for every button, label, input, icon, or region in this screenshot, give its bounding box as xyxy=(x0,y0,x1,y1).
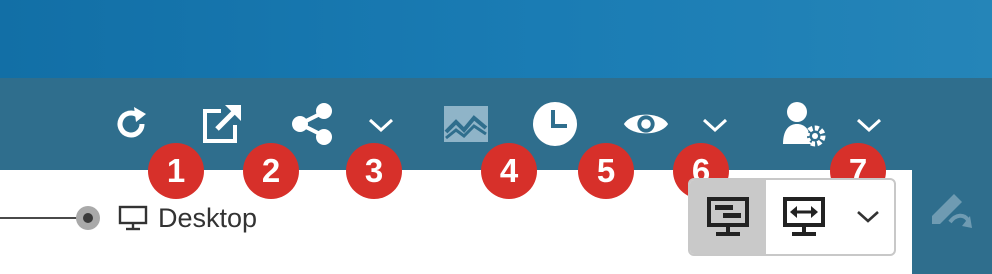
chart-area-icon[interactable] xyxy=(442,100,490,148)
callout-badge-2: 2 xyxy=(243,143,299,199)
fit-width-icon[interactable] xyxy=(766,180,842,254)
user-settings-icon[interactable] xyxy=(780,100,828,148)
device-slider-track[interactable] xyxy=(0,217,88,219)
callout-badge-5: 5 xyxy=(578,143,634,199)
monitor-icon xyxy=(118,205,148,231)
device-label: Desktop xyxy=(158,203,258,233)
eye-icon[interactable] xyxy=(622,100,670,148)
share-icon[interactable] xyxy=(288,100,336,148)
user-menu-chevron-down-icon[interactable] xyxy=(854,110,884,140)
callout-badge-4: 4 xyxy=(481,143,537,199)
header-band xyxy=(0,0,992,78)
view-toggle-group xyxy=(688,178,896,256)
open-new-window-icon[interactable] xyxy=(198,100,246,148)
refresh-icon[interactable] xyxy=(108,100,156,148)
callout-badge-3: 3 xyxy=(346,143,402,199)
desktop-layout-icon[interactable] xyxy=(690,180,766,254)
layout-menu-chevron-down-icon[interactable] xyxy=(842,180,894,254)
view-menu-chevron-down-icon[interactable] xyxy=(700,110,730,140)
callout-badge-1: 1 xyxy=(148,143,204,199)
edit-pen-icon[interactable] xyxy=(926,186,974,234)
clock-icon[interactable] xyxy=(531,100,579,148)
share-menu-chevron-down-icon[interactable] xyxy=(366,110,396,140)
device-slider-handle[interactable] xyxy=(76,206,100,230)
